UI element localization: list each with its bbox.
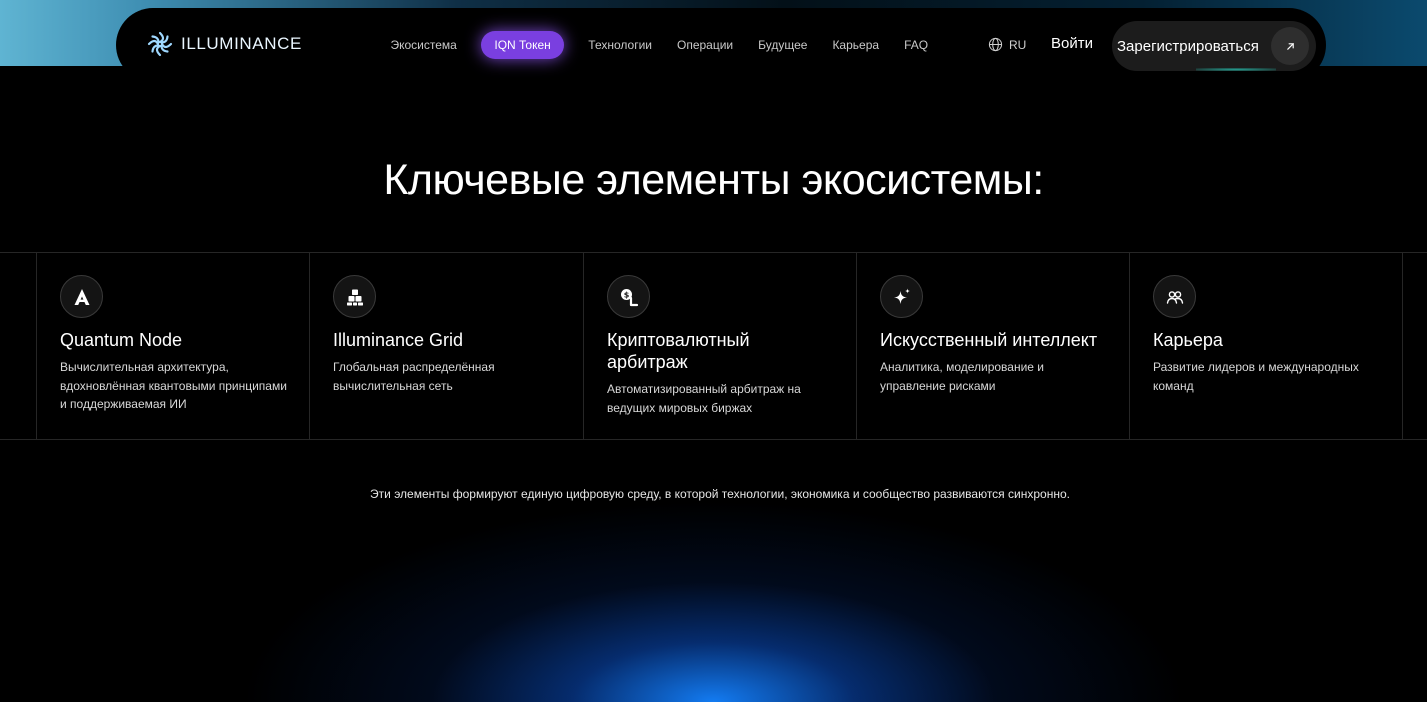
bottom-blue-glow — [0, 470, 1427, 702]
card-description: Аналитика, моделирование и управление ри… — [880, 360, 1045, 393]
nav-link-ecosystem[interactable]: Экосистема — [378, 32, 469, 58]
brand-logo[interactable]: ILLUMINANCE — [146, 30, 302, 58]
nav-link-iqn-token[interactable]: IQN Токен — [481, 31, 564, 59]
arrow-up-right-icon — [1271, 27, 1309, 65]
register-label: Зарегистрироваться — [1117, 37, 1259, 55]
logo-star-icon — [147, 31, 173, 57]
language-selector[interactable]: RU — [988, 37, 1026, 52]
team-icon — [1153, 275, 1196, 318]
brand-name: ILLUMINANCE — [181, 34, 302, 53]
card-crypto-arbitrage: $ Криптовалютный арбитраж Автоматизирова… — [583, 253, 857, 440]
card-title: Искусственный интеллект — [880, 330, 1098, 350]
section-title: Ключевые элементы экосистемы: — [383, 156, 1044, 204]
card-illuminance-grid: Illuminance Grid Глобальная распределённ… — [309, 253, 583, 440]
nav-link-technologies[interactable]: Технологии — [576, 32, 665, 58]
card-description: Вычислительная архитектура, вдохновлённа… — [60, 360, 287, 411]
card-title: Quantum Node — [60, 330, 183, 350]
section-footer-note: Эти элементы формируют единую цифровую с… — [370, 487, 1070, 501]
card-career: Карьера Развитие лидеров и международных… — [1129, 253, 1403, 440]
nav-link-future[interactable]: Будущее — [746, 32, 820, 58]
a-glyph-icon — [60, 275, 103, 318]
card-title: Карьера — [1153, 330, 1223, 350]
register-button[interactable]: Зарегистрироваться — [1112, 21, 1316, 71]
coin-exchange-icon: $ — [607, 275, 650, 318]
card-description: Глобальная распределённая вычислительная… — [333, 360, 495, 393]
card-title: Криптовалютный арбитраж — [607, 330, 750, 372]
card-artificial-intelligence: Искусственный интеллект Аналитика, модел… — [856, 253, 1130, 440]
card-quantum-node: Quantum Node Вычислительная архитектура,… — [36, 253, 310, 440]
nav-link-operations[interactable]: Операции — [664, 32, 745, 58]
card-description: Автоматизированный арбитраж на ведущих м… — [607, 382, 801, 415]
language-code: RU — [1009, 37, 1027, 52]
svg-text:$: $ — [623, 290, 629, 299]
login-link[interactable]: Войти — [1051, 35, 1093, 52]
nav-link-faq[interactable]: FAQ — [892, 32, 941, 58]
sparkle-icon — [880, 275, 923, 318]
card-description: Развитие лидеров и международных команд — [1153, 360, 1359, 393]
card-title: Illuminance Grid — [333, 330, 464, 350]
cubes-icon — [333, 275, 376, 318]
main-navigation: Экосистема IQN Токен Технологии Операции… — [378, 31, 941, 59]
navbar: ILLUMINANCE Экосистема IQN Токен Техноло… — [116, 8, 1326, 82]
globe-icon — [988, 37, 1003, 52]
nav-link-career[interactable]: Карьера — [820, 32, 892, 58]
ecosystem-cards: Quantum Node Вычислительная архитектура,… — [0, 252, 1427, 440]
